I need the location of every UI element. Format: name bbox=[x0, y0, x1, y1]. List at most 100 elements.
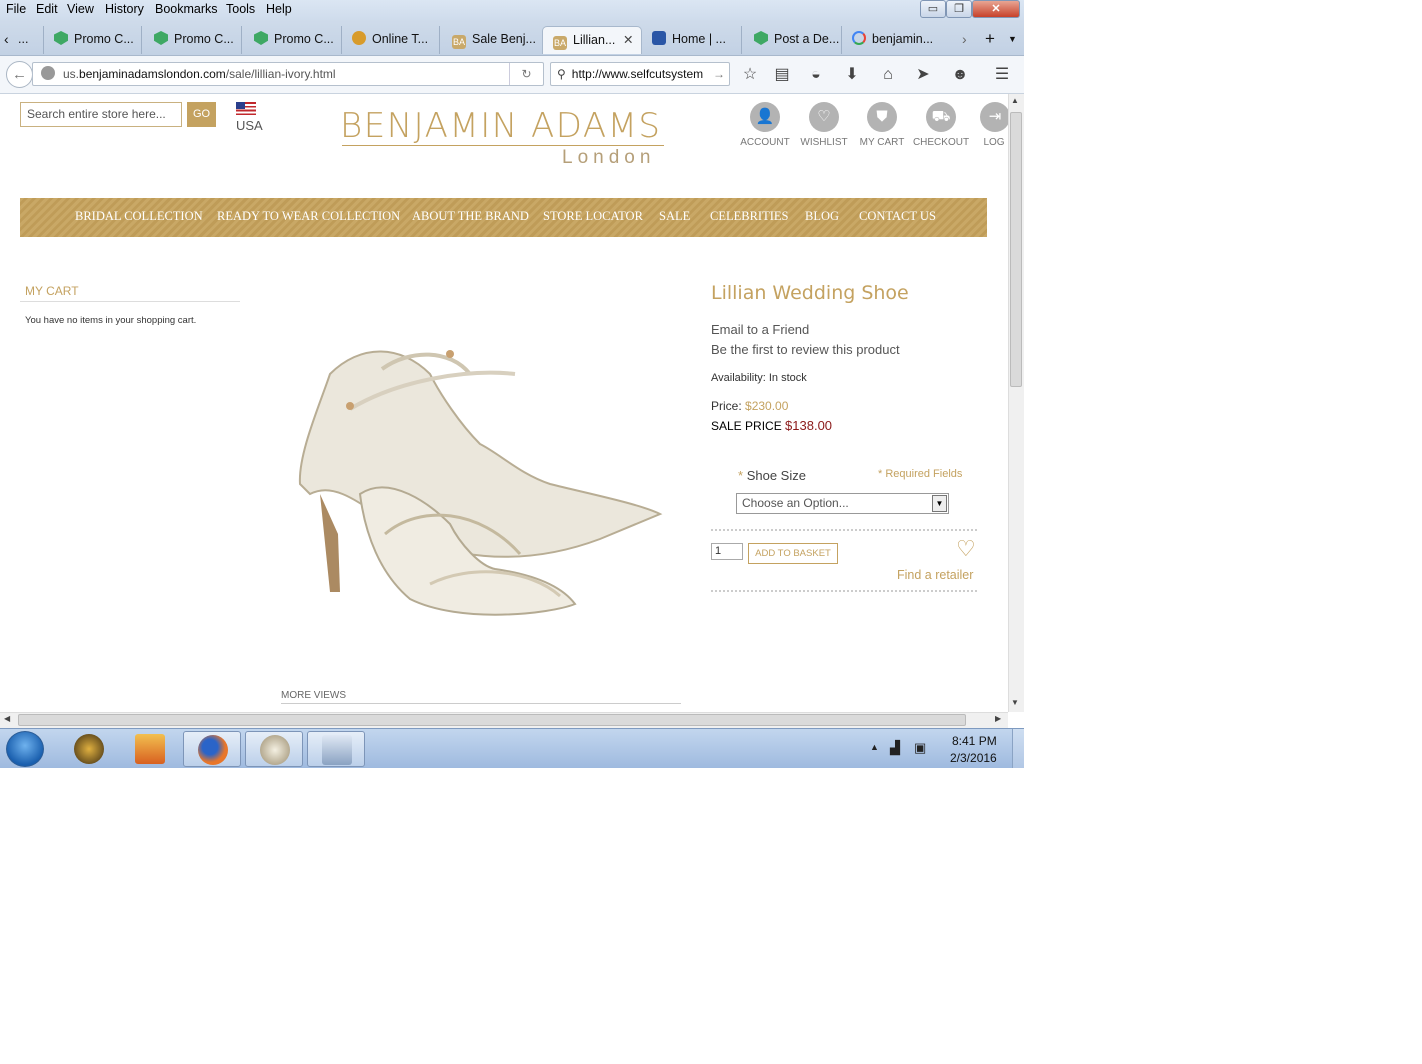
shoe-size-selected: Choose an Option... bbox=[742, 496, 849, 510]
user-icon: 👤 bbox=[750, 102, 780, 132]
wishlist-heart-icon[interactable]: ♡ bbox=[956, 538, 976, 560]
account-link[interactable]: 👤 ACCOUNT bbox=[740, 102, 790, 148]
menu-bookmarks[interactable]: Bookmarks bbox=[155, 2, 218, 16]
scroll-right-arrow-icon[interactable]: ▶ bbox=[995, 714, 1001, 723]
start-button[interactable] bbox=[6, 731, 44, 767]
tab-sale-benjamin[interactable]: BA Sale Benj... bbox=[452, 26, 540, 54]
tab-scroll-left-icon[interactable]: ‹ bbox=[4, 26, 18, 54]
close-window-button[interactable]: ✕ bbox=[972, 0, 1020, 18]
tab-online-tools[interactable]: Online T... bbox=[352, 26, 440, 54]
taskbar-firefox[interactable] bbox=[183, 731, 241, 767]
email-friend-link[interactable]: Email to a Friend bbox=[711, 322, 809, 337]
new-tab-plus-icon[interactable]: + bbox=[985, 26, 1001, 54]
clock-time[interactable]: 8:41 PM bbox=[952, 734, 997, 748]
taskbar-app-2[interactable] bbox=[121, 731, 179, 767]
nav-sale[interactable]: SALE bbox=[659, 209, 690, 224]
nav-celebrities[interactable]: CELEBRITIES bbox=[710, 209, 788, 224]
logo-underline bbox=[342, 145, 664, 146]
minimize-button[interactable]: ▭ bbox=[920, 0, 946, 18]
show-desktop-button[interactable] bbox=[1012, 729, 1024, 768]
search-go-arrow-icon[interactable]: → bbox=[713, 63, 725, 85]
tab-promo-2[interactable]: Promo C... bbox=[154, 26, 242, 54]
tab-home[interactable]: Home | ... bbox=[652, 26, 742, 54]
power-icon[interactable]: ▣ bbox=[914, 740, 926, 756]
pocket-icon[interactable]: ◒ bbox=[806, 65, 826, 85]
taskbar-calculator[interactable] bbox=[307, 731, 365, 767]
download-arrow-icon[interactable]: ⬇ bbox=[842, 65, 862, 85]
tab-promo-1[interactable]: Promo C... bbox=[54, 26, 142, 54]
nav-contact-us[interactable]: CONTACT US bbox=[859, 209, 936, 224]
search-bar-value: http://www.selfcutsystem bbox=[571, 67, 704, 81]
shoe-size-select[interactable]: Choose an Option... ▼ bbox=[736, 493, 949, 514]
product-title: Lillian Wedding Shoe bbox=[711, 282, 909, 304]
menu-history[interactable]: History bbox=[105, 2, 144, 16]
bookmark-star-icon[interactable]: ☆ bbox=[740, 65, 760, 85]
close-tab-icon[interactable]: ✕ bbox=[623, 27, 633, 53]
wishlist-link[interactable]: ♡ WISHLIST bbox=[799, 102, 849, 148]
vertical-scroll-thumb[interactable] bbox=[1010, 112, 1022, 387]
tab-lillian-active[interactable]: BA Lillian... ✕ bbox=[542, 26, 642, 54]
menu-edit[interactable]: Edit bbox=[36, 2, 58, 16]
menu-help[interactable]: Help bbox=[266, 2, 292, 16]
country-label[interactable]: USA bbox=[236, 118, 263, 133]
tab-label: Promo C... bbox=[74, 32, 134, 46]
search-bar[interactable]: ⚲ http://www.selfcutsystem → bbox=[550, 62, 730, 86]
tab-scroll-right-icon[interactable]: › bbox=[962, 26, 976, 54]
heart-icon: ♡ bbox=[809, 102, 839, 132]
send-icon[interactable]: ➤ bbox=[913, 65, 933, 85]
tab-label: Lillian... bbox=[573, 33, 616, 47]
tab-label: Post a De... bbox=[774, 32, 840, 46]
sidebar-divider bbox=[20, 301, 240, 302]
login-label: LOG bbox=[983, 137, 1005, 148]
write-review-link[interactable]: Be the first to review this product bbox=[711, 342, 900, 357]
horizontal-scroll-thumb[interactable] bbox=[18, 714, 966, 726]
hamburger-menu-icon[interactable]: ☰ bbox=[992, 65, 1012, 85]
menu-tools[interactable]: Tools bbox=[226, 2, 255, 16]
tab-list-dropdown-icon[interactable]: ▼ bbox=[1008, 26, 1020, 54]
tab-google-search[interactable]: benjamin... bbox=[852, 26, 942, 54]
back-arrow-icon[interactable]: ← bbox=[6, 61, 33, 88]
tab-post-deal[interactable]: Post a De... bbox=[754, 26, 842, 54]
chat-icon[interactable]: ☻ bbox=[950, 65, 970, 85]
network-signal-icon[interactable]: ▟ bbox=[890, 740, 900, 756]
tab-label: Online T... bbox=[372, 32, 429, 46]
nav-ready-to-wear[interactable]: READY TO WEAR COLLECTION bbox=[217, 209, 400, 224]
nav-bridal-collection[interactable]: BRIDAL COLLECTION bbox=[75, 209, 203, 224]
tab-label: Promo C... bbox=[274, 32, 334, 46]
tray-expand-icon[interactable]: ▲ bbox=[870, 742, 879, 752]
scroll-down-arrow-icon[interactable]: ▼ bbox=[1011, 698, 1019, 707]
maximize-button[interactable]: ❐ bbox=[946, 0, 972, 18]
checkout-link[interactable]: ⛟ CHECKOUT bbox=[911, 102, 971, 148]
tab-promo-3[interactable]: Promo C... bbox=[254, 26, 342, 54]
scroll-up-arrow-icon[interactable]: ▲ bbox=[1011, 96, 1019, 105]
home-icon[interactable]: ⌂ bbox=[878, 65, 898, 85]
scroll-left-arrow-icon[interactable]: ◀ bbox=[4, 714, 10, 723]
product-image[interactable] bbox=[290, 334, 670, 624]
regular-price: Price: $230.00 bbox=[711, 399, 788, 413]
url-bar[interactable]: us.benjaminadamslondon.com/sale/lillian-… bbox=[32, 62, 544, 86]
add-to-basket-button[interactable]: ADD TO BASKET bbox=[748, 543, 838, 564]
globe-icon bbox=[41, 66, 55, 80]
ba-icon: BA bbox=[452, 35, 466, 49]
login-link[interactable]: ⇥ LOG bbox=[980, 102, 1008, 148]
menu-view[interactable]: View bbox=[67, 2, 94, 16]
reload-icon[interactable]: ↻ bbox=[509, 63, 543, 85]
menu-file[interactable]: File bbox=[6, 2, 26, 16]
dropdown-arrow-icon[interactable]: ▼ bbox=[932, 495, 947, 512]
search-go-button[interactable]: GO bbox=[187, 102, 216, 127]
nav-about-brand[interactable]: ABOUT THE BRAND bbox=[412, 209, 529, 224]
clock-date[interactable]: 2/3/2016 bbox=[950, 751, 997, 765]
store-search-input[interactable]: Search entire store here... bbox=[20, 102, 182, 127]
brand-logo[interactable]: BENJAMIN ADAMS bbox=[340, 106, 662, 146]
find-retailer-link[interactable]: Find a retailer bbox=[897, 568, 973, 582]
usa-flag-icon[interactable] bbox=[236, 102, 256, 115]
nav-blog[interactable]: BLOG bbox=[805, 209, 839, 224]
tab-label: Sale Benj... bbox=[472, 32, 536, 46]
reading-list-icon[interactable]: ▤ bbox=[772, 65, 792, 85]
nav-store-locator[interactable]: STORE LOCATOR bbox=[543, 209, 643, 224]
taskbar-paint[interactable] bbox=[245, 731, 303, 767]
quantity-input[interactable]: 1 bbox=[711, 543, 743, 560]
my-cart-link[interactable]: ⛊ MY CART bbox=[857, 102, 907, 148]
tab-truncated[interactable]: ... bbox=[18, 26, 44, 54]
taskbar-wow-app[interactable] bbox=[60, 731, 118, 767]
